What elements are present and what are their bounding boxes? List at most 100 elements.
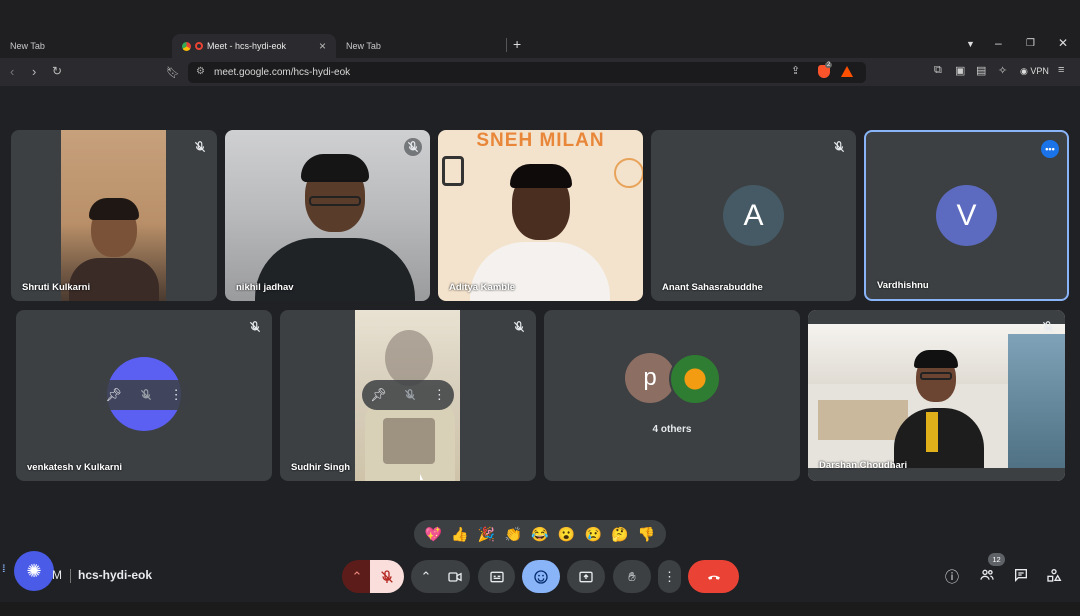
participant-name: venkatesh v Kulkarni bbox=[27, 462, 123, 473]
flower-avatar bbox=[669, 353, 721, 405]
captions-button[interactable] bbox=[478, 560, 515, 593]
brave-rewards-icon[interactable] bbox=[841, 66, 853, 77]
chat-icon[interactable] bbox=[1013, 567, 1029, 586]
more-options-icon[interactable]: ⋮ bbox=[433, 387, 446, 403]
avatar: A bbox=[723, 185, 784, 246]
person-hair bbox=[89, 198, 139, 220]
more-options-button[interactable]: ⋮ bbox=[658, 560, 681, 593]
tab-divider bbox=[506, 38, 507, 52]
reaction-sad[interactable]: 😢 bbox=[585, 526, 602, 543]
video-options-button[interactable]: ⌃ bbox=[411, 560, 441, 593]
tile-top-bar bbox=[808, 310, 1065, 324]
tab-label: New Tab bbox=[346, 41, 381, 51]
tab-label: New Tab bbox=[10, 41, 45, 51]
mic-off-icon bbox=[193, 140, 207, 154]
shirt-print bbox=[383, 418, 435, 464]
back-icon[interactable]: ‹ bbox=[10, 64, 14, 79]
person-head bbox=[385, 330, 433, 386]
participant-tile[interactable]: Darshan Choudhari bbox=[808, 310, 1065, 481]
reaction-thumbs-up[interactable]: 👍 bbox=[451, 526, 468, 543]
pin-icon[interactable]: 📌︎ bbox=[105, 387, 122, 403]
restore-icon[interactable]: ❐ bbox=[1026, 38, 1035, 49]
present-screen-button[interactable] bbox=[567, 560, 605, 593]
camera-icon bbox=[447, 569, 463, 585]
mouse-cursor bbox=[420, 474, 423, 480]
reaction-thumbs-down[interactable]: 👎 bbox=[638, 526, 655, 543]
raise-hand-button[interactable]: ✋︎ bbox=[613, 560, 651, 593]
bookmark-icon[interactable]: 🔖︎ bbox=[166, 66, 180, 79]
meeting-info-icon[interactable]: ⓘ bbox=[945, 567, 959, 587]
participant-tile[interactable]: nikhil jadhav bbox=[225, 130, 430, 301]
tab-search-chevron-icon[interactable]: ▼ bbox=[966, 39, 975, 49]
tab-new-tab-2[interactable]: New Tab bbox=[336, 34, 506, 58]
person-hair bbox=[510, 164, 572, 188]
person-hair bbox=[914, 350, 958, 368]
site-settings-icon[interactable]: ⚙ bbox=[196, 66, 205, 77]
reaction-clap[interactable]: 👏 bbox=[505, 526, 522, 543]
avatar: V bbox=[936, 185, 997, 246]
more-options-icon[interactable]: ••• bbox=[1041, 140, 1059, 158]
reaction-laugh[interactable]: 😂 bbox=[531, 526, 548, 543]
present-icon bbox=[578, 569, 594, 585]
participant-name: nikhil jadhav bbox=[236, 282, 294, 293]
close-tab-icon[interactable]: × bbox=[319, 39, 326, 53]
drag-handle-icon[interactable]: ⁞⁞ bbox=[2, 564, 5, 575]
others-count-label: 4 others bbox=[652, 424, 692, 435]
pin-icon[interactable]: 📌︎ bbox=[370, 387, 387, 403]
participant-tile[interactable]: Shruti Kulkarni bbox=[11, 130, 217, 301]
captions-icon bbox=[489, 569, 505, 585]
participant-tile-selected[interactable]: V ••• Vardhishnu bbox=[864, 130, 1069, 301]
chevron-up-icon: ⌃ bbox=[351, 568, 363, 584]
wallet-icon[interactable]: ▤ bbox=[976, 64, 986, 77]
participant-tile[interactable]: 📌︎ ⋮ Sudhir Singh bbox=[280, 310, 536, 481]
reaction-thinking[interactable]: 🤔 bbox=[611, 526, 628, 543]
participant-tile[interactable]: 📌︎ ⋮ venkatesh v Kulkarni bbox=[16, 310, 272, 481]
audio-options-button[interactable]: ⌃ bbox=[342, 560, 372, 593]
minimize-icon[interactable]: – bbox=[995, 36, 1002, 50]
person-body bbox=[69, 258, 159, 301]
mute-participant-icon[interactable] bbox=[403, 388, 417, 402]
more-options-icon[interactable]: ⋮ bbox=[170, 387, 183, 403]
reaction-heart[interactable]: 💖 bbox=[425, 526, 442, 543]
share-icon[interactable]: ⇪ bbox=[791, 64, 800, 77]
tile-hover-controls[interactable]: 📌︎ ⋮ bbox=[362, 380, 454, 410]
reactions-button[interactable] bbox=[522, 560, 560, 593]
forward-icon[interactable]: › bbox=[32, 64, 36, 79]
mute-participant-icon[interactable] bbox=[139, 388, 153, 402]
people-icon[interactable] bbox=[979, 567, 995, 586]
participant-name: Aditya Kamble bbox=[449, 282, 515, 293]
new-tab-plus-icon[interactable]: + bbox=[513, 36, 521, 52]
reaction-surprised[interactable]: 😮 bbox=[558, 526, 575, 543]
mic-off-icon bbox=[512, 320, 526, 334]
others-tile[interactable]: p 4 others bbox=[544, 310, 800, 481]
meeting-code: hcs-hydi-eok bbox=[78, 568, 153, 582]
camera-button[interactable] bbox=[439, 560, 470, 593]
more-vert-icon: ⋮ bbox=[663, 568, 676, 584]
sidebar-icon[interactable]: ▣ bbox=[955, 64, 965, 77]
extensions-icon[interactable]: ⧉ bbox=[934, 64, 942, 77]
mic-off-icon bbox=[1041, 320, 1055, 334]
shirt-stripe bbox=[926, 412, 938, 452]
banner-title: SNEH MILAN bbox=[476, 130, 605, 151]
participant-name: Vardhishnu bbox=[877, 280, 929, 291]
close-window-icon[interactable]: ✕ bbox=[1058, 36, 1068, 50]
menu-icon[interactable]: ≡ bbox=[1058, 64, 1064, 76]
activities-icon[interactable] bbox=[1046, 567, 1062, 586]
leave-call-button[interactable] bbox=[688, 560, 739, 593]
participant-tile[interactable]: A Anant Sahasrabuddhe bbox=[651, 130, 856, 301]
tab-new-tab-1[interactable]: New Tab bbox=[0, 34, 170, 58]
end-call-icon bbox=[706, 569, 722, 585]
leo-ai-icon[interactable]: ✧ bbox=[998, 64, 1007, 77]
url-bar[interactable]: ⚙ meet.google.com/hcs-hydi-eok bbox=[188, 62, 866, 83]
tab-meet[interactable]: Meet - hcs-hydi-eok × bbox=[172, 34, 336, 58]
participant-tile[interactable]: SNEH MILAN Aditya Kamble bbox=[438, 130, 643, 301]
glasses bbox=[309, 196, 361, 206]
gemini-assist-button[interactable]: ✺ bbox=[14, 551, 54, 591]
tile-hover-controls[interactable]: 📌︎ ⋮ bbox=[97, 380, 191, 410]
mic-off-icon bbox=[379, 569, 395, 585]
vpn-button[interactable]: ◉ VPN bbox=[1020, 66, 1049, 77]
reaction-party[interactable]: 🎉 bbox=[478, 526, 495, 543]
reload-icon[interactable]: ↻ bbox=[52, 64, 62, 78]
reactions-bar: 💖 👍 🎉 👏 😂 😮 😢 🤔 👎 bbox=[414, 520, 666, 548]
microphone-button[interactable] bbox=[370, 560, 404, 593]
